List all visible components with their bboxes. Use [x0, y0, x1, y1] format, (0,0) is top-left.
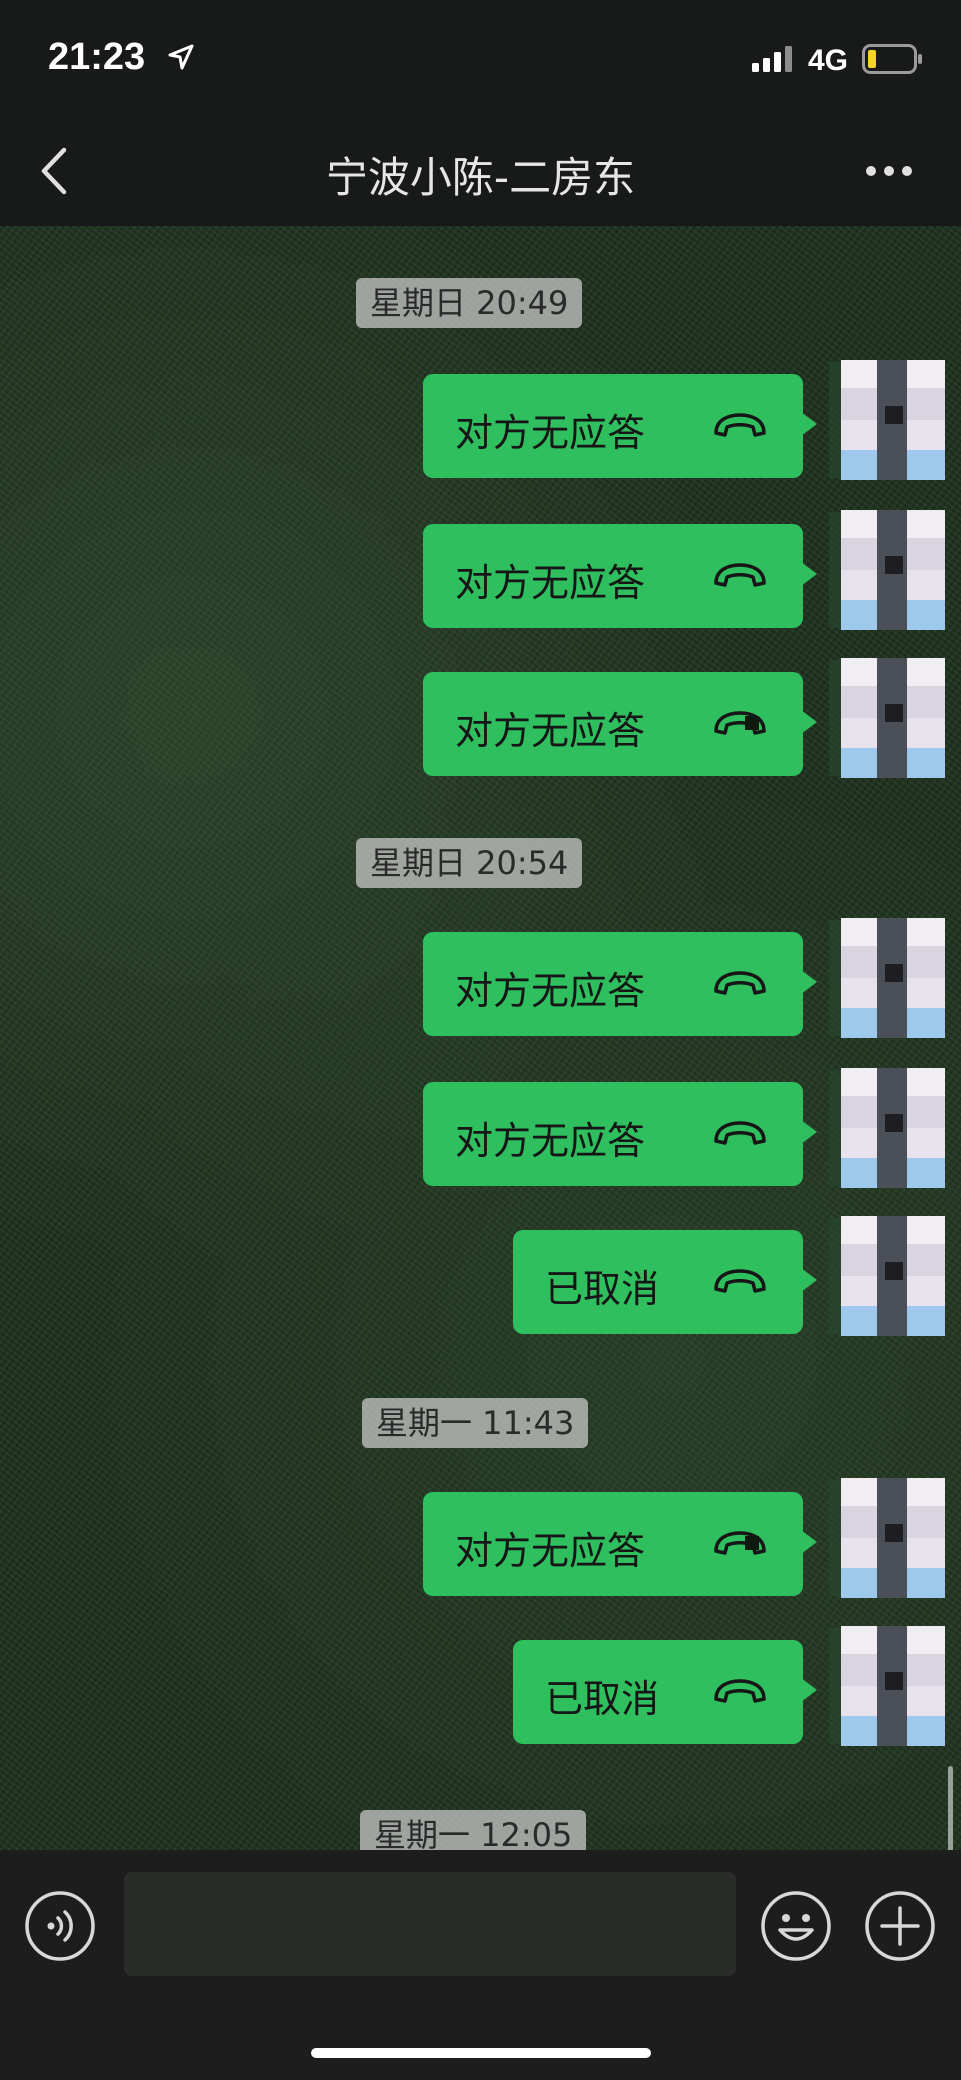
- battery-icon: [862, 44, 924, 78]
- timestamp: 星期日 20:49: [356, 278, 583, 328]
- phone-hangup-icon: [711, 1676, 769, 1710]
- home-indicator: [311, 2048, 651, 2058]
- phone-hangup-icon: [711, 1266, 769, 1300]
- phone-hangup-icon: [711, 560, 769, 594]
- network-type: 4G: [808, 44, 849, 77]
- message-row: 对方无应答: [0, 510, 961, 630]
- call-record-bubble[interactable]: 已取消: [513, 1640, 817, 1744]
- voice-icon[interactable]: [24, 1890, 96, 1966]
- more-icon[interactable]: [865, 162, 913, 181]
- avatar[interactable]: [841, 1068, 945, 1188]
- avatar[interactable]: [841, 360, 945, 480]
- message-row: 对方无应答: [0, 360, 961, 480]
- message-row: 对方无应答: [0, 658, 961, 778]
- chat-area[interactable]: 星期日 20:49 对方无应答 对方无应答 对方无应答 星期日 20:54 对方…: [0, 226, 961, 1850]
- call-status-text: 对方无应答: [455, 969, 646, 1013]
- avatar[interactable]: [841, 1626, 945, 1746]
- plus-icon[interactable]: [864, 1890, 936, 1966]
- call-status-text: 对方无应答: [455, 709, 646, 753]
- call-record-bubble[interactable]: 对方无应答: [423, 374, 817, 478]
- avatar[interactable]: [841, 918, 945, 1038]
- call-record-bubble[interactable]: 对方无应答: [423, 932, 817, 1036]
- nav-bar: 宁波小陈-二房东: [0, 110, 961, 226]
- timestamp: 星期一 11:43: [362, 1398, 589, 1448]
- avatar[interactable]: [841, 1478, 945, 1598]
- emoji-icon[interactable]: [760, 1890, 832, 1966]
- avatar[interactable]: [841, 510, 945, 630]
- location-arrow-icon: [168, 44, 194, 74]
- message-row: 对方无应答: [0, 918, 961, 1038]
- message-row: 已取消: [0, 1626, 961, 1746]
- phone-hangup-icon: [711, 708, 769, 742]
- call-record-bubble[interactable]: 已取消: [513, 1230, 817, 1334]
- avatar[interactable]: [841, 1216, 945, 1336]
- phone-hangup-icon: [711, 1528, 769, 1562]
- call-status-text: 对方无应答: [455, 411, 646, 455]
- message-row: 对方无应答: [0, 1068, 961, 1188]
- call-status-text: 已取消: [545, 1267, 660, 1311]
- input-bar: [0, 1850, 961, 2080]
- chat-title: 宁波小陈-二房东: [325, 153, 636, 202]
- signal-icon: [752, 46, 796, 76]
- phone-hangup-icon: [711, 410, 769, 444]
- message-row: 已取消: [0, 1216, 961, 1336]
- status-time: 21:23: [48, 36, 146, 78]
- call-record-bubble[interactable]: 对方无应答: [423, 524, 817, 628]
- call-status-text: 对方无应答: [455, 1119, 646, 1163]
- phone-hangup-icon: [711, 968, 769, 1002]
- status-bar: 21:23 4G: [0, 0, 961, 110]
- call-record-bubble[interactable]: 对方无应答: [423, 1082, 817, 1186]
- avatar[interactable]: [841, 658, 945, 778]
- phone-hangup-icon: [711, 1118, 769, 1152]
- scrollbar-thumb[interactable]: [948, 1766, 953, 1850]
- call-status-text: 已取消: [545, 1677, 660, 1721]
- timestamp: 星期日 20:54: [356, 838, 583, 888]
- call-record-bubble[interactable]: 对方无应答: [423, 672, 817, 776]
- message-row: 对方无应答: [0, 1478, 961, 1598]
- message-input[interactable]: [124, 1872, 736, 1976]
- call-status-text: 对方无应答: [455, 561, 646, 605]
- timestamp: 星期一 12:05: [360, 1810, 587, 1850]
- call-record-bubble[interactable]: 对方无应答: [423, 1492, 817, 1596]
- call-status-text: 对方无应答: [455, 1529, 646, 1573]
